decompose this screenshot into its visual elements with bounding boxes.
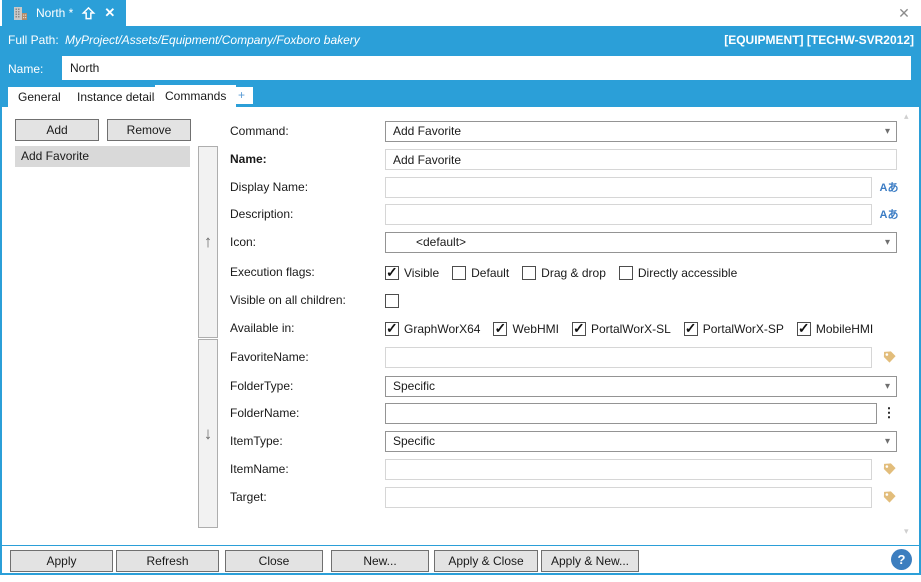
pane-close-icon[interactable]: ✕ — [894, 3, 914, 23]
display-name-input[interactable] — [385, 177, 872, 198]
itemname-input[interactable] — [385, 459, 872, 480]
target-input[interactable] — [385, 487, 872, 508]
checkbox-default[interactable] — [452, 266, 467, 280]
checkbox-portalworx-sl[interactable] — [571, 320, 586, 337]
checkbox-portalworx-sp[interactable] — [683, 320, 698, 337]
localize-icon[interactable]: Aあ — [879, 177, 899, 197]
checkbox-graphworx64[interactable] — [385, 320, 399, 337]
refresh-button[interactable]: Refresh — [116, 550, 219, 572]
checkbox-webhmi[interactable] — [493, 320, 508, 337]
document-tab-strip: North * ✕ ✕ — [0, 0, 921, 26]
down-arrow-icon: ↓ — [203, 423, 213, 443]
add-tab-button[interactable]: + — [230, 87, 253, 104]
browse-ellipsis-icon[interactable]: ⋮ — [882, 405, 896, 421]
foldername-label: FolderName: — [230, 406, 300, 420]
foldertype-label: FolderType: — [230, 379, 294, 393]
localize-icon[interactable]: Aあ — [879, 204, 899, 224]
cmd-name-label: Name: — [230, 152, 267, 166]
checkbox-label: GraphWorX64 — [404, 322, 481, 336]
icon-value: <default> — [416, 235, 467, 249]
footer-bar: Apply Refresh Close New... Apply & Close… — [0, 545, 921, 575]
checkbox-label: PortalWorX-SP — [702, 322, 784, 336]
chevron-down-icon: ▾ — [884, 436, 890, 447]
checkbox-label: PortalWorX-SL — [590, 322, 671, 336]
close-button[interactable]: Close — [225, 550, 323, 572]
scroll-down-icon[interactable]: ▾ — [904, 526, 909, 537]
checkbox-label: Default — [471, 266, 510, 280]
workbench-property-window: North * ✕ ✕ Full Path: MyProject/Assets/… — [0, 0, 921, 582]
promote-up-icon[interactable] — [81, 6, 96, 21]
checkbox-label: Visible — [404, 266, 440, 280]
foldertype-dropdown[interactable]: Specific ▾ — [385, 376, 897, 397]
full-path-label: Full Path: — [8, 33, 59, 47]
command-list[interactable]: Add Favorite — [15, 146, 190, 528]
command-dropdown[interactable]: Add Favorite ▾ — [385, 121, 897, 142]
tab-general[interactable]: General — [8, 87, 71, 107]
checkbox-visible[interactable] — [385, 264, 399, 281]
visible-all-children-group — [385, 293, 399, 309]
chevron-down-icon: ▾ — [884, 381, 890, 392]
tag-icon[interactable] — [879, 347, 899, 367]
target-label: Target: — [230, 490, 267, 504]
tab-commands[interactable]: Commands — [155, 85, 237, 107]
itemtype-value: Specific — [393, 434, 436, 448]
foldertype-value: Specific — [393, 379, 436, 393]
tag-icon[interactable] — [879, 487, 899, 507]
apply-close-button[interactable]: Apply & Close — [434, 550, 538, 572]
checkbox-label: MobileHMI — [815, 322, 874, 336]
help-icon[interactable]: ? — [891, 549, 912, 570]
checkbox-drag-drop[interactable] — [522, 266, 537, 280]
form-scrollbar[interactable]: ▴ ▾ — [902, 109, 914, 539]
command-label: Command: — [230, 124, 289, 138]
name-input[interactable] — [62, 56, 911, 80]
visible-all-children-label: Visible on all children: — [230, 293, 346, 307]
icon-dropdown[interactable]: <default> ▾ — [385, 232, 897, 253]
document-tab-title: North * — [36, 6, 74, 20]
checkbox-directly-accessible[interactable] — [618, 266, 633, 280]
commands-tab-content: Add Remove Add Favorite ↑ ↓ Command: Add… — [0, 107, 921, 545]
cmd-name-input[interactable] — [385, 149, 897, 170]
add-command-button[interactable]: Add — [15, 119, 99, 141]
chevron-down-icon: ▾ — [884, 237, 890, 248]
available-in-label: Available in: — [230, 321, 295, 335]
scroll-up-icon[interactable]: ▴ — [904, 111, 909, 122]
checkbox-label: Directly accessible — [637, 266, 738, 280]
move-up-button[interactable]: ↑ — [198, 146, 218, 338]
icon-label: Icon: — [230, 235, 257, 249]
context-badges: [EQUIPMENT] [TECHW-SVR2012] — [724, 33, 914, 47]
document-tab-north[interactable]: North * ✕ — [2, 0, 127, 26]
command-value: Add Favorite — [393, 124, 462, 138]
apply-button[interactable]: Apply — [10, 550, 113, 572]
checkbox-visible-on-all-children[interactable] — [385, 294, 399, 308]
header-band: Full Path: MyProject/Assets/Equipment/Co… — [0, 26, 921, 84]
chevron-down-icon: ▾ — [884, 126, 890, 137]
full-path-value: MyProject/Assets/Equipment/Company/Foxbo… — [65, 33, 360, 47]
display-name-label: Display Name: — [230, 180, 309, 194]
apply-new-button[interactable]: Apply & New... — [541, 550, 639, 572]
list-item[interactable]: Add Favorite — [15, 146, 190, 167]
description-label: Description: — [230, 207, 294, 221]
checkbox-mobilehmi[interactable] — [796, 320, 811, 337]
checkbox-label: WebHMI — [512, 322, 559, 336]
itemname-label: ItemName: — [230, 462, 289, 476]
tag-icon[interactable] — [879, 459, 899, 479]
itemtype-dropdown[interactable]: Specific ▾ — [385, 431, 897, 452]
available-in-group: GraphWorX64 WebHMI PortalWorX-SL PortalW… — [385, 320, 874, 337]
favoritename-label: FavoriteName: — [230, 350, 309, 364]
name-label: Name: — [8, 62, 44, 76]
move-down-button[interactable]: ↓ — [198, 339, 218, 528]
tab-strip: General Instance details Commands + — [0, 84, 921, 107]
remove-command-button[interactable]: Remove — [107, 119, 191, 141]
equipment-building-icon — [13, 6, 28, 21]
up-arrow-icon: ↑ — [203, 232, 213, 251]
execution-flags-group: Visible Default Drag & drop Directly acc… — [385, 264, 738, 281]
favoritename-input[interactable] — [385, 347, 872, 368]
foldername-input[interactable] — [385, 403, 877, 424]
document-close-icon[interactable]: ✕ — [104, 5, 115, 21]
checkbox-label: Drag & drop — [541, 266, 606, 280]
new-button[interactable]: New... — [331, 550, 429, 572]
itemtype-label: ItemType: — [230, 434, 283, 448]
execution-flags-label: Execution flags: — [230, 265, 315, 279]
description-input[interactable] — [385, 204, 872, 225]
